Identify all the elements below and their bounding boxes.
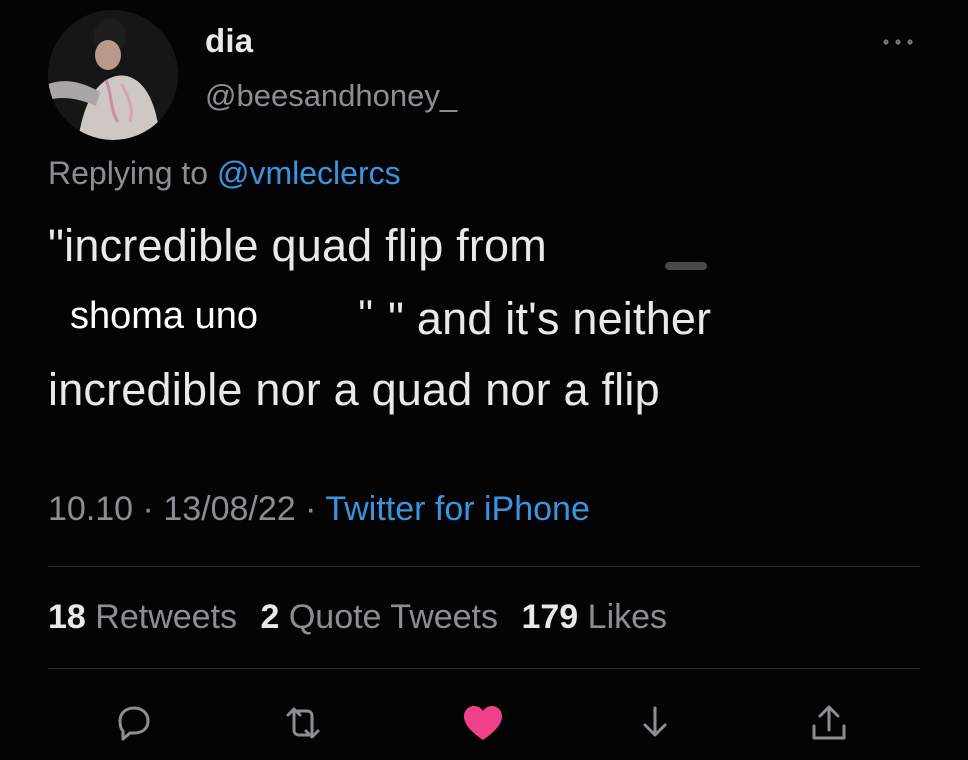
user-handle[interactable]: @beesandhoney_ (205, 78, 457, 114)
tweet-source-link[interactable]: Twitter for iPhone (325, 490, 590, 528)
engagement-stats: 18 Retweets 2 Quote Tweets 179 Likes (48, 598, 681, 637)
overlay-name-text: shoma uno (70, 295, 259, 337)
retweets-label: Retweets (95, 598, 238, 636)
tweet-text-line-1: "incredible quad flip from (48, 220, 547, 271)
divider (48, 566, 920, 567)
tweet-text-line-3: incredible nor a quad nor a flip (48, 364, 660, 415)
tweet-date[interactable]: 13/08/22 (163, 490, 295, 528)
reply-icon[interactable] (110, 700, 156, 746)
avatar[interactable] (48, 10, 178, 140)
retweets-count: 18 (48, 598, 86, 636)
quote-tweets-count: 2 (260, 598, 280, 636)
redaction-mark (665, 262, 707, 270)
tweet-metadata: 10.10 · 13/08/22 · Twitter for iPhone (48, 490, 590, 529)
likes-label: Likes (587, 598, 668, 636)
quote-tweets-stat[interactable]: 2 Quote Tweets (260, 598, 507, 636)
meta-separator: · (142, 490, 154, 528)
replying-to: Replying to @vmleclercs (48, 155, 401, 192)
tweet-text-line-2: " and it's neither (388, 293, 712, 344)
share-icon[interactable] (806, 700, 852, 746)
likes-count: 179 (521, 598, 579, 636)
bookmark-icon[interactable] (632, 700, 678, 746)
replying-to-label: Replying to (48, 155, 209, 191)
tweet-card: dia @beesandhoney_ Replying to @vmlecler… (0, 0, 968, 760)
likes-stat[interactable]: 179 Likes (521, 598, 667, 636)
avatar-photo (48, 10, 178, 140)
reply-mention-link[interactable]: @vmleclercs (217, 155, 401, 191)
retweets-stat[interactable]: 18 Retweets (48, 598, 246, 636)
quote-tweets-label: Quote Tweets (288, 598, 499, 636)
retweet-icon[interactable] (280, 700, 326, 746)
more-options-icon[interactable] (880, 32, 916, 52)
like-icon[interactable] (460, 700, 506, 746)
display-name[interactable]: dia (205, 22, 253, 60)
tweet-time[interactable]: 10.10 (48, 490, 133, 528)
meta-separator: · (305, 490, 317, 528)
divider (48, 668, 920, 669)
closing-quote-mark: '' (358, 293, 374, 337)
